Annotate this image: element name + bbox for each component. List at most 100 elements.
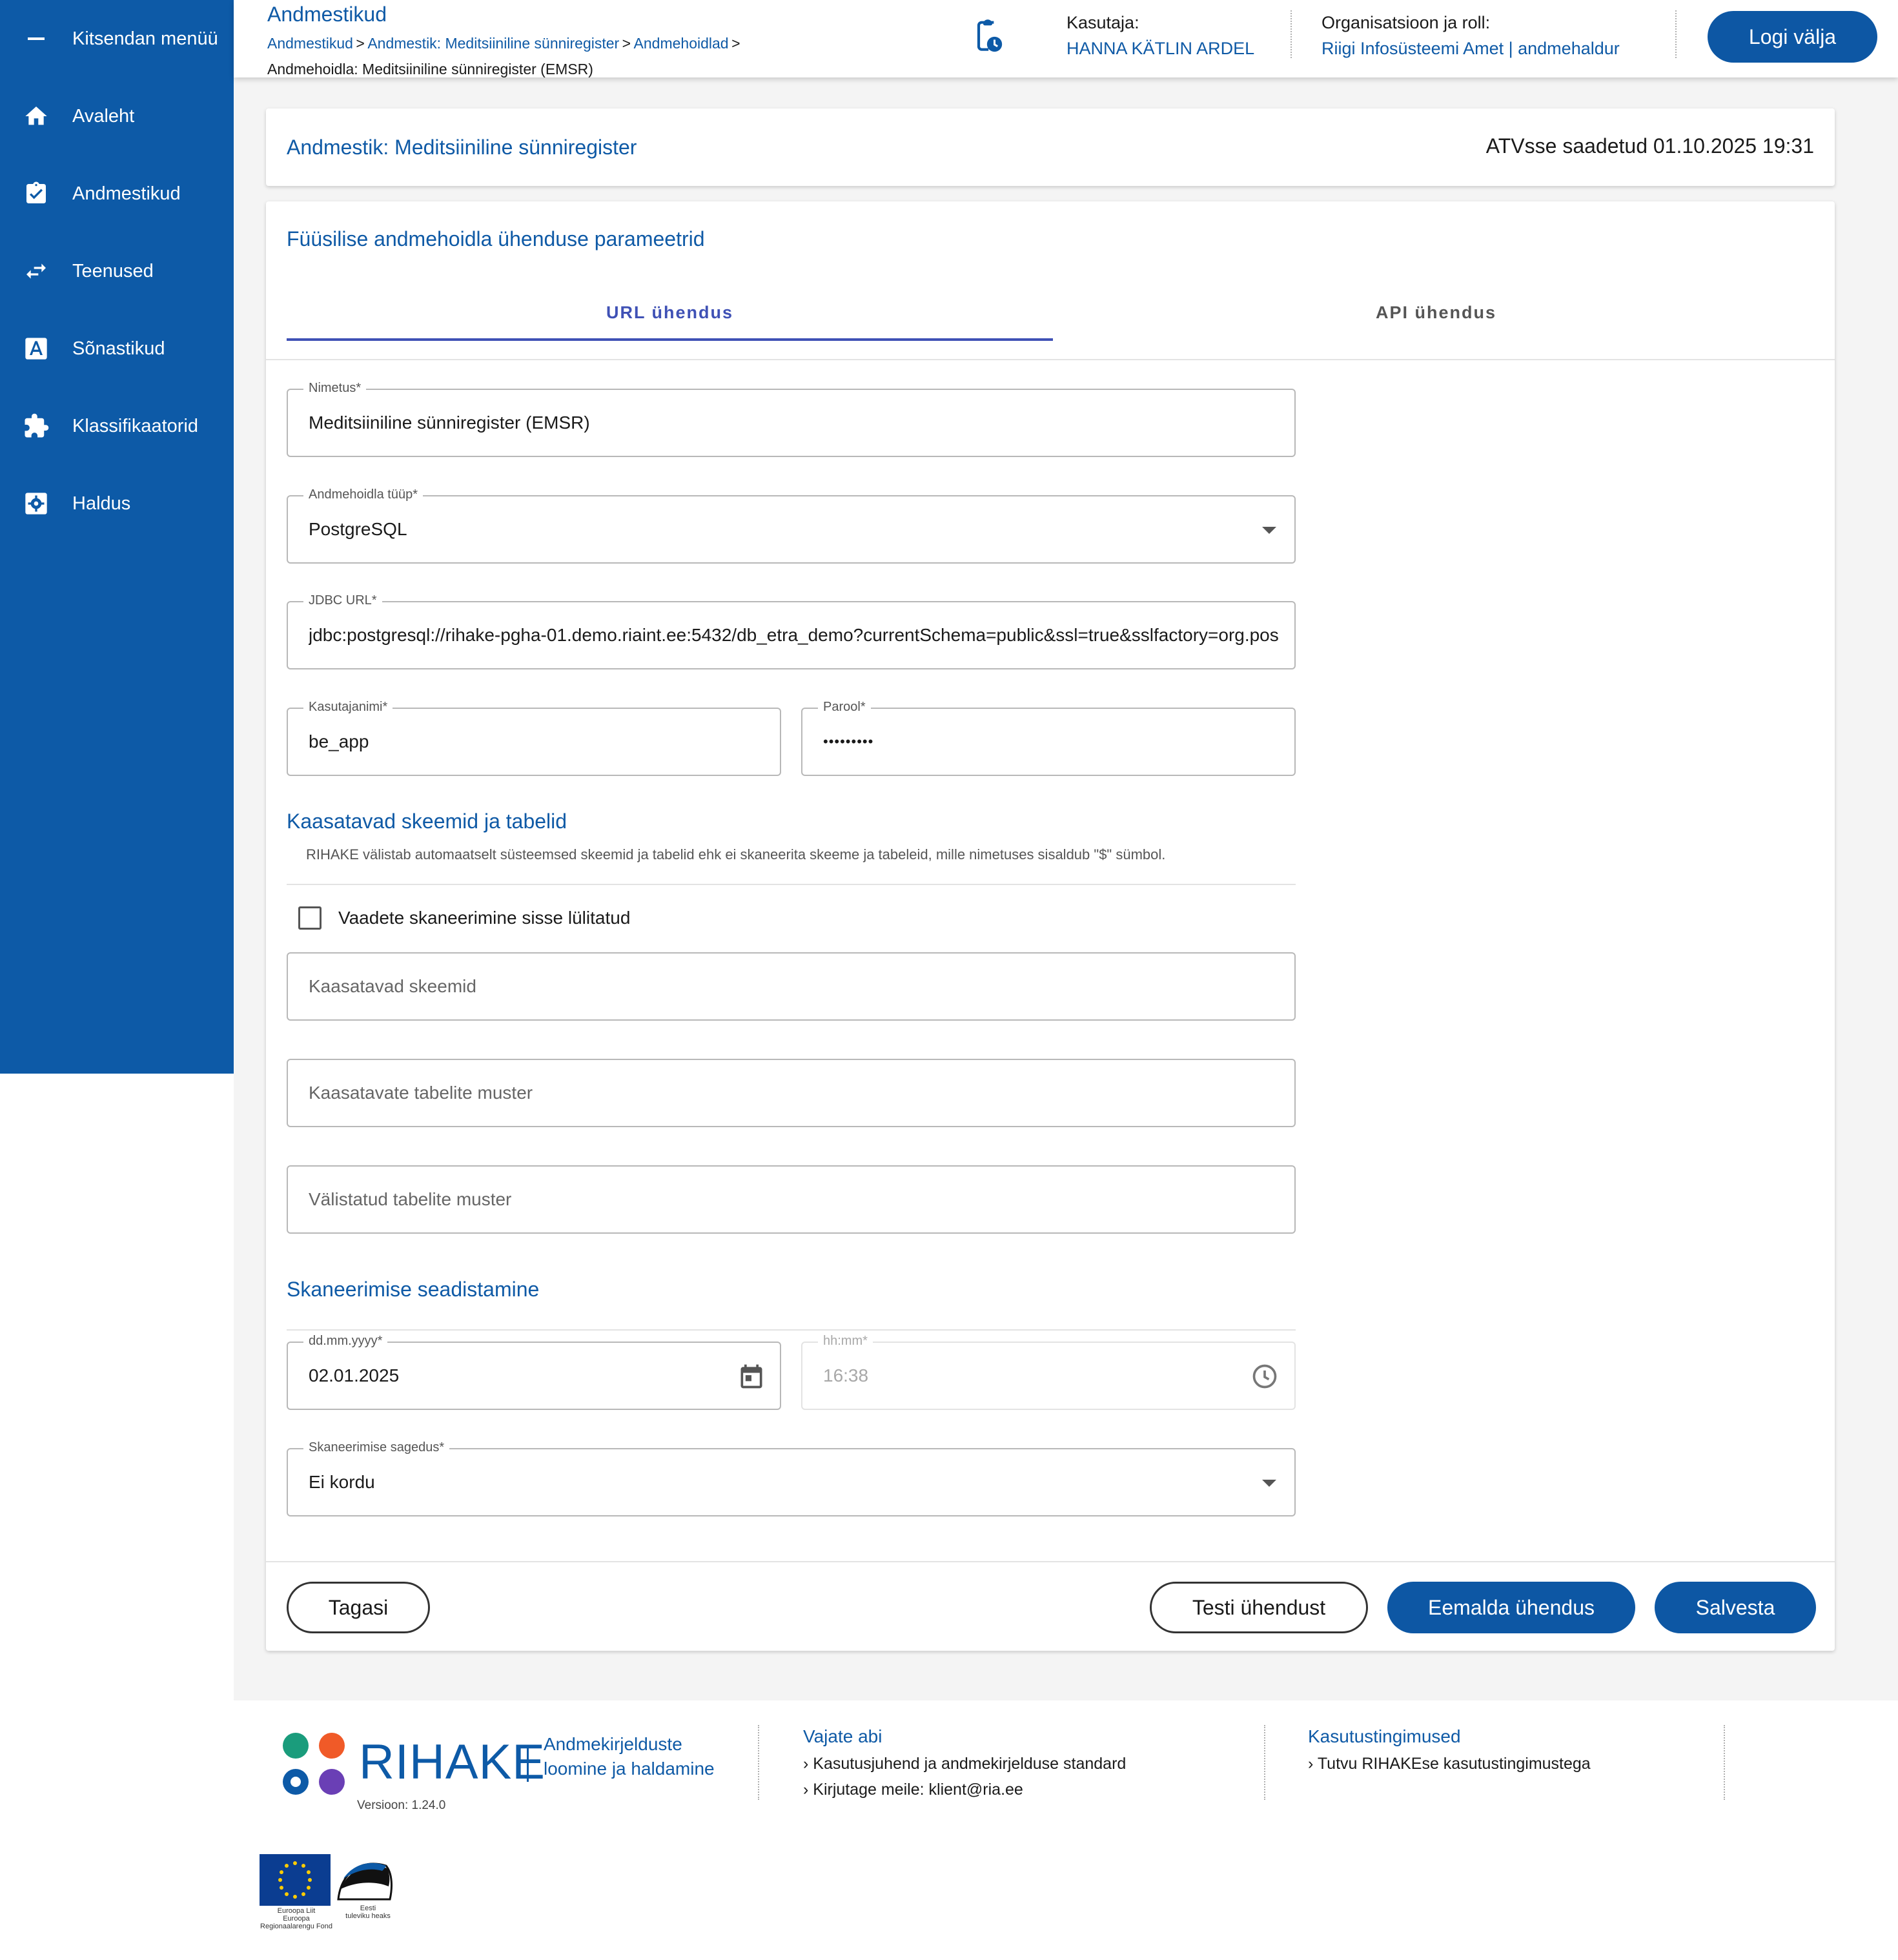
save-button[interactable]: Salvesta [1655, 1582, 1816, 1633]
top-header: Andmestikud Andmestikud > Andmestik: Med… [234, 0, 1898, 77]
tabs-divider [266, 359, 1835, 360]
admin-settings-icon [22, 489, 50, 518]
back-button[interactable]: Tagasi [287, 1582, 430, 1633]
footer-tagline-2: loomine ja haldamine [544, 1759, 715, 1779]
terms-link-label: Tutvu RIHAKEse kasutustingimustega [1317, 1755, 1591, 1773]
views-scan-checkbox[interactable] [298, 906, 321, 930]
help-guide-link[interactable]: › Kasutusjuhend ja andmekirjelduse stand… [803, 1755, 1126, 1773]
breadcrumb-current: Andmehoidla: Meditsiiniline sünniregiste… [267, 61, 593, 77]
section-divider [287, 884, 1296, 885]
sidebar-item-services[interactable]: Teenused [0, 245, 234, 297]
exclude-tables-placeholder: Välistatud tabelite muster [309, 1189, 512, 1209]
breadcrumb-link[interactable]: Andmestikud [267, 35, 353, 52]
footer-divider [1264, 1725, 1265, 1800]
tab-url-connection[interactable]: URL ühendus [287, 280, 1053, 345]
sidebar-item-label: Klassifikaatorid [72, 415, 199, 436]
collapse-menu-button[interactable]: Kitsendan menüü [0, 13, 234, 65]
eu-logo-line: Euroopa Liit [277, 1907, 316, 1915]
user-label: Kasutaja: [1066, 13, 1139, 32]
include-schemas-field[interactable]: Kaasatavad skeemid [287, 952, 1296, 1021]
ee-logo-text: Eesti tuleviku heaks [342, 1904, 394, 1920]
breadcrumb-separator: > [622, 35, 631, 52]
dataset-title: Andmestik: Meditsiiniline sünniregister [287, 136, 637, 159]
footer-divider [1724, 1725, 1725, 1800]
eu-logo-line: Regionaalarengu Fond [260, 1923, 332, 1930]
header-divider [1675, 10, 1677, 58]
include-tables-field[interactable]: Kaasatavate tabelite muster [287, 1059, 1296, 1127]
eu-logo-line: Euroopa [283, 1915, 310, 1923]
dictionary-a-icon [22, 334, 50, 363]
exclude-tables-field[interactable]: Välistatud tabelite muster [287, 1165, 1296, 1234]
jdbc-url-value: jdbc:postgresql://rihake-pgha-01.demo.ri… [309, 625, 1279, 645]
home-icon [22, 102, 50, 130]
breadcrumb-link[interactable]: Andmestik: Meditsiiniline sünniregister [367, 35, 619, 52]
db-type-select[interactable]: Andmehoidla tüüp* PostgreSQL [287, 487, 1296, 564]
test-connection-button[interactable]: Testi ühendust [1150, 1582, 1368, 1633]
sidebar-item-label: Sõnastikud [72, 338, 165, 359]
eu-flag-logo [260, 1854, 331, 1906]
section-divider [287, 1329, 1296, 1331]
sidebar-item-admin[interactable]: Haldus [0, 478, 234, 529]
footer-tagline-1: Andmekirjelduste [544, 1734, 682, 1754]
sidebar-item-label: Avaleht [72, 105, 135, 127]
org-label: Organisatsioon ja roll: [1321, 13, 1491, 32]
username-field[interactable]: Kasutajanimi* be_app [287, 700, 781, 776]
eu-logo-text: Euroopa Liit Euroopa Regionaalarengu Fon… [258, 1907, 334, 1930]
terms-link[interactable]: › Tutvu RIHAKEse kasutustingimustega [1308, 1755, 1591, 1773]
breadcrumb-separator: > [356, 35, 365, 52]
footer-divider [758, 1725, 759, 1800]
remove-connection-button[interactable]: Eemalda ühendus [1387, 1582, 1635, 1633]
scan-time-value: 16:38 [823, 1365, 869, 1385]
ee-logo-line: Eesti [360, 1904, 376, 1912]
scan-frequency-value: Ei kordu [309, 1472, 375, 1492]
schemas-section-title: Kaasatavad skeemid ja tabelid [287, 810, 567, 833]
sidebar-item-label: Andmestikud [72, 183, 181, 204]
footer: RIHAKE Andmekirjelduste loomine ja halda… [234, 1700, 1898, 1960]
help-mail-label: Kirjutage meile: [813, 1781, 924, 1799]
scan-time-field: hh:mm* 16:38 [801, 1334, 1296, 1410]
footer-brand: RIHAKE [359, 1735, 546, 1790]
help-mail-link[interactable]: klient@ria.ee [929, 1781, 1023, 1799]
swap-arrows-icon [22, 257, 50, 285]
db-type-value: PostgreSQL [309, 519, 407, 539]
breadcrumb-link[interactable]: Andmehoidlad [634, 35, 729, 52]
name-value: Meditsiiniline sünniregister (EMSR) [309, 413, 590, 433]
sidebar-item-dictionaries[interactable]: Sõnastikud [0, 323, 234, 374]
tab-api-connection[interactable]: API ühendus [1053, 280, 1819, 345]
dataset-status: ATVsse saadetud 01.10.2025 19:31 [1485, 134, 1814, 158]
org-value[interactable]: Riigi Infosüsteemi Amet | andmehaldur [1321, 39, 1620, 59]
brand-divider [527, 1746, 529, 1782]
clock-icon [1250, 1362, 1279, 1394]
help-guide-link-label: Kasutusjuhend ja andmekirjelduse standar… [813, 1755, 1127, 1773]
sidebar-item-home[interactable]: Avaleht [0, 90, 234, 142]
views-scan-label: Vaadete skaneerimine sisse lülitatud [338, 908, 631, 928]
username-value: be_app [309, 731, 369, 751]
scan-frequency-select[interactable]: Skaneerimise sagedus* Ei kordu [287, 1440, 1296, 1516]
chevron-down-icon [1262, 1480, 1276, 1487]
breadcrumb-separator: > [731, 35, 740, 52]
password-field[interactable]: Parool* ••••••••• [801, 700, 1296, 776]
sidebar-item-label: Haldus [72, 493, 131, 514]
sidebar-item-datasets[interactable]: Andmestikud [0, 168, 234, 219]
puzzle-icon [22, 412, 50, 440]
clipboard-check-icon [22, 179, 50, 208]
sidebar: Kitsendan menüü Avaleht Andmestikud Teen… [0, 0, 234, 1074]
sidebar-item-classifiers[interactable]: Klassifikaatorid [0, 400, 234, 452]
clipboard-clock-icon[interactable] [970, 19, 1006, 56]
terms-title: Kasutustingimused [1308, 1726, 1461, 1746]
calendar-icon[interactable] [737, 1362, 766, 1394]
form-title: Füüsilise andmehoidla ühenduse parameetr… [287, 227, 705, 250]
password-value: ••••••••• [823, 733, 874, 750]
logout-button[interactable]: Logi välja [1708, 11, 1877, 63]
user-name[interactable]: HANNA KÄTLIN ARDEL [1066, 39, 1254, 59]
scan-section-title: Skaneerimise seadistamine [287, 1278, 540, 1301]
scan-date-value: 02.01.2025 [309, 1365, 400, 1385]
help-mail-row: › Kirjutage meile: klient@ria.ee [803, 1781, 1023, 1799]
scan-date-field[interactable]: dd.mm.yyyy* 02.01.2025 [287, 1334, 781, 1410]
jdbc-url-field[interactable]: JDBC URL* jdbc:postgresql://rihake-pgha-… [287, 593, 1296, 669]
help-title: Vajate abi [803, 1726, 883, 1746]
sidebar-item-label: Teenused [72, 260, 154, 281]
name-field[interactable]: Nimetus* Meditsiiniline sünniregister (E… [287, 381, 1296, 457]
dataset-card: Andmestik: Meditsiiniline sünniregister … [266, 108, 1835, 186]
include-schemas-placeholder: Kaasatavad skeemid [309, 976, 476, 996]
